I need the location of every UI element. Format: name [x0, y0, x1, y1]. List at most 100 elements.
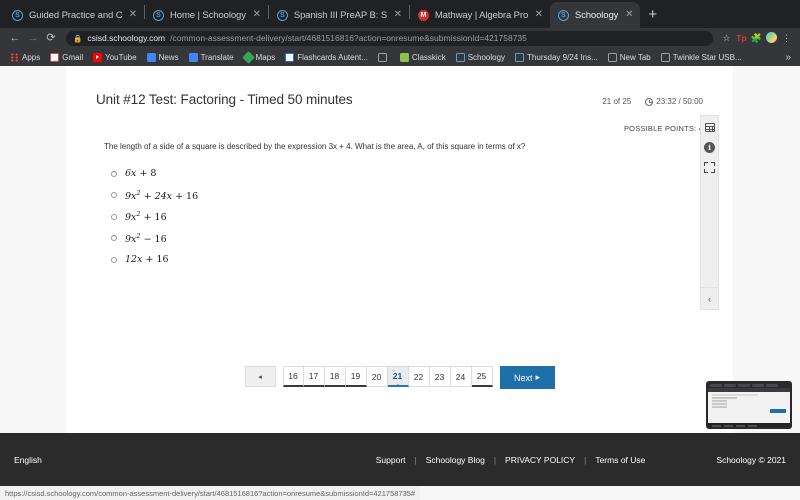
browser-tab-0[interactable]: S Guided Practice and Core Prac ✕ — [4, 2, 144, 28]
bookmark-star-icon[interactable]: ☆ — [719, 33, 734, 44]
calculator-icon[interactable] — [704, 121, 716, 133]
bookmark-thursday-ins[interactable]: Thursday 9/24 Ins... — [510, 52, 603, 62]
bookmark-youtube[interactable]: YouTube — [88, 52, 141, 62]
bookmark-label: Twinkle Star USB... — [672, 52, 742, 62]
url-host: csisd.schoology.com — [87, 33, 166, 43]
radio-button[interactable] — [111, 213, 117, 220]
page-number-list: 16 17 18 19 20 21 22 23 24 25 — [282, 366, 493, 389]
answer-choice-b[interactable]: 9x2 + 24x + 16 — [111, 185, 703, 207]
answer-choice-label: 9x2 + 24x + 16 — [125, 188, 199, 202]
page-button-23[interactable]: 23 — [429, 366, 451, 387]
avatar[interactable] — [764, 31, 779, 45]
next-question-button[interactable]: Next ▸ — [499, 366, 555, 389]
browser-tab-2[interactable]: S Spanish III PreAP B: Section 90 ✕ — [269, 2, 409, 28]
page-button-21-current[interactable]: 21 — [387, 366, 409, 387]
footer-separator: | — [584, 454, 587, 465]
site-footer: English Support | Schoology Blog | PRIVA… — [0, 433, 800, 486]
close-icon[interactable]: ✕ — [393, 10, 403, 20]
page-button-22[interactable]: 22 — [408, 366, 430, 387]
bookmark-globe[interactable] — [373, 52, 395, 62]
maps-icon — [241, 50, 255, 64]
bookmarks-overflow-icon[interactable]: » — [785, 52, 795, 63]
new-tab-button[interactable]: + — [640, 7, 665, 22]
close-icon[interactable]: ✕ — [624, 10, 634, 20]
fullscreen-icon[interactable] — [704, 161, 716, 173]
rail-collapse-button[interactable]: ‹ — [701, 287, 718, 309]
footer-separator: | — [493, 454, 497, 465]
radio-button[interactable] — [111, 170, 117, 177]
schoology-icon — [515, 52, 525, 62]
radio-button[interactable] — [111, 256, 117, 263]
close-icon[interactable]: ✕ — [252, 10, 262, 20]
assessment-header: Unit #12 Test: Factoring - Timed 50 minu… — [96, 92, 703, 107]
bookmark-label: YouTube — [105, 52, 137, 62]
extensions-puzzle-icon[interactable]: 🧩 — [749, 33, 764, 44]
bookmark-schoology[interactable]: Schoology — [451, 52, 510, 62]
page-button-16[interactable]: 16 — [282, 366, 304, 387]
page-button-25[interactable]: 25 — [471, 366, 493, 387]
address-bar[interactable]: 🔒 csisd.schoology.com/common-assessment-… — [66, 30, 713, 46]
answer-choices: 6x + 8 9x2 + 24x + 16 9x2 + 16 9x2 − 16 — [96, 163, 703, 271]
language-selector[interactable]: English — [14, 455, 42, 465]
tab-title: Schoology — [574, 9, 619, 21]
prev-question-button[interactable]: ◂ — [244, 366, 276, 387]
page-button-19[interactable]: 19 — [345, 366, 367, 387]
browser-window: S Guided Practice and Core Prac ✕ S Home… — [0, 0, 800, 500]
bookmark-maps[interactable]: Maps — [239, 50, 281, 64]
bookmark-label: Schoology — [467, 52, 506, 62]
answer-choice-label: 6x + 8 — [125, 168, 157, 180]
tab-title: Home | Schoology — [170, 9, 246, 21]
browser-toolbar: ← → ⟳ 🔒 csisd.schoology.com/common-asses… — [0, 28, 800, 48]
news-icon — [146, 52, 156, 62]
answer-choice-a[interactable]: 6x + 8 — [111, 163, 703, 185]
footer-links: Support | Schoology Blog | PRIVACY POLIC… — [376, 455, 786, 465]
page-button-20[interactable]: 20 — [366, 366, 388, 387]
answer-choice-c[interactable]: 9x2 + 16 — [111, 206, 703, 228]
footer-link-support[interactable]: Support — [376, 455, 406, 465]
bookmark-apps[interactable]: Apps — [5, 52, 45, 62]
bookmark-news[interactable]: News — [142, 52, 184, 62]
footer-link-terms[interactable]: Terms of Use — [595, 455, 645, 465]
forward-icon[interactable]: → — [24, 32, 42, 44]
page-button-18[interactable]: 18 — [324, 366, 346, 387]
page-button-24[interactable]: 24 — [450, 366, 472, 387]
timer-value: 23:32 / 50:00 — [656, 97, 703, 106]
answer-choice-d[interactable]: 9x2 − 16 — [111, 228, 703, 250]
bookmark-flashcards[interactable]: Flashcards Autent... — [280, 52, 373, 62]
bookmark-new-tab[interactable]: New Tab — [603, 52, 656, 62]
browser-tab-3[interactable]: M Mathway | Algebra Problem So ✕ — [410, 2, 550, 28]
tab-title: Mathway | Algebra Problem So — [434, 9, 528, 21]
bookmark-label: Classkick — [411, 52, 446, 62]
radio-button[interactable] — [111, 192, 117, 199]
browser-menu-icon[interactable]: ⋮ — [779, 33, 794, 44]
radio-button[interactable] — [111, 235, 117, 242]
possible-points: POSSIBLE POINTS: 4 — [623, 124, 703, 133]
page-button-17[interactable]: 17 — [303, 366, 325, 387]
close-icon[interactable]: ✕ — [534, 10, 544, 20]
assessment-card: Unit #12 Test: Factoring - Timed 50 minu… — [66, 66, 733, 433]
reload-icon[interactable]: ⟳ — [42, 32, 60, 44]
extension-tp-icon[interactable]: Tp — [734, 33, 749, 43]
back-icon[interactable]: ← — [6, 32, 24, 44]
mathway-icon: M — [417, 9, 429, 21]
footer-link-blog[interactable]: Schoology Blog — [426, 455, 485, 465]
bookmark-translate[interactable]: Translate — [184, 52, 239, 62]
answer-choice-e[interactable]: 12x + 16 — [111, 249, 703, 271]
schoology-icon: S — [276, 9, 288, 21]
question-progress: 21 of 25 — [602, 97, 632, 106]
bookmark-twinkle-star-usb[interactable]: Twinkle Star USB... — [656, 52, 747, 62]
browser-tab-1[interactable]: S Home | Schoology ✕ — [145, 2, 268, 28]
bookmark-gmail[interactable]: Gmail — [45, 52, 88, 62]
bookmark-classkick[interactable]: Classkick — [395, 52, 451, 62]
browser-tab-4-active[interactable]: S Schoology ✕ — [549, 2, 641, 28]
classkick-icon — [399, 52, 409, 62]
screenshare-thumbnail[interactable] — [706, 381, 792, 429]
close-icon[interactable]: ✕ — [128, 10, 138, 20]
info-icon[interactable]: i — [704, 141, 716, 153]
globe-icon — [660, 52, 670, 62]
footer-link-privacy[interactable]: PRIVACY POLICY — [505, 455, 575, 465]
timer: 23:32 / 50:00 — [645, 97, 703, 106]
bookmark-label: Flashcards Autent... — [297, 52, 368, 62]
tab-title: Spanish III PreAP B: Section 90 — [293, 9, 387, 21]
bookmark-label: Apps — [22, 52, 41, 62]
